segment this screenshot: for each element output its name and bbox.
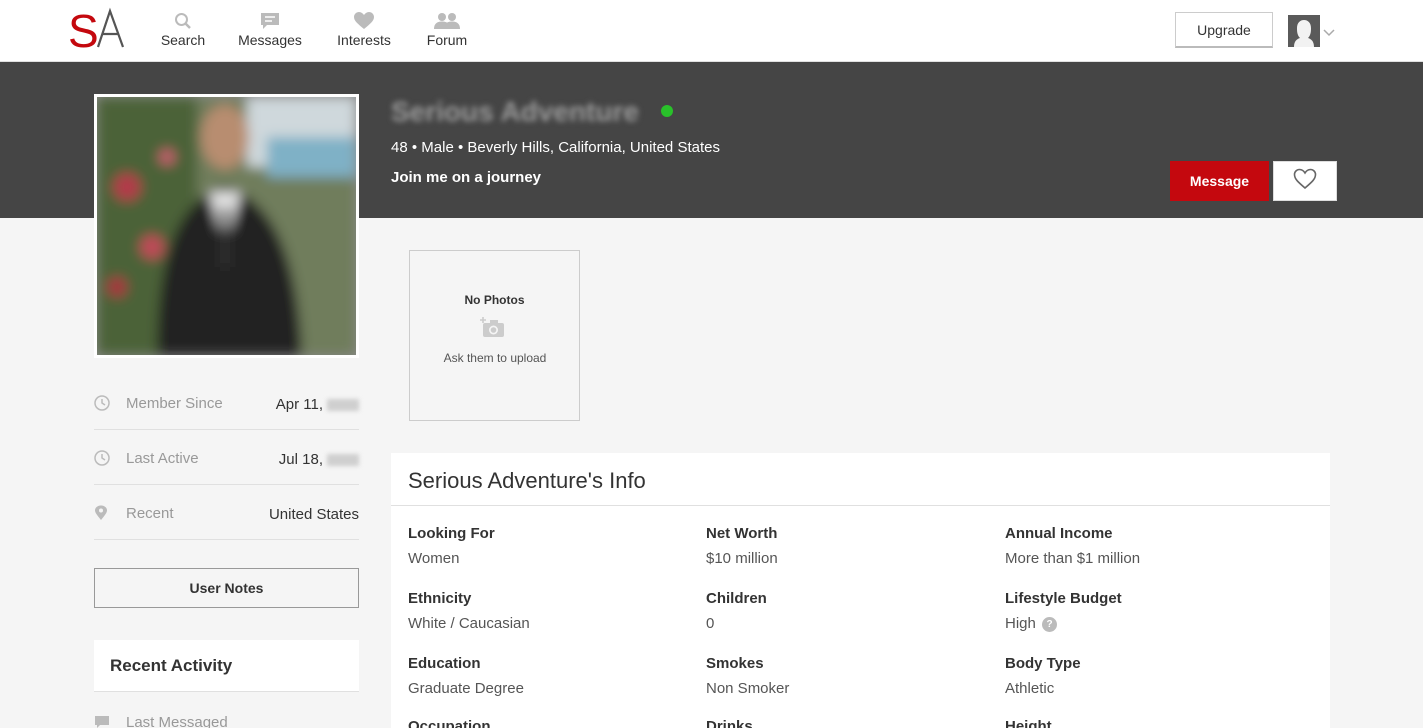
field-looking-for: Looking For Women: [408, 525, 688, 567]
field-value: High: [1005, 615, 1036, 632]
field-body-type: Body Type Athletic: [1005, 655, 1285, 697]
last-active-value: Jul 18,: [278, 451, 323, 468]
nav-interests-label: Interests: [337, 32, 391, 48]
nav-interests[interactable]: Interests: [334, 12, 394, 48]
location-pin-icon: [94, 505, 108, 525]
info-title: Serious Adventure's Info: [408, 468, 646, 493]
profile-info-card: Serious Adventure's Info Looking For Wom…: [391, 453, 1330, 728]
field-smokes: Smokes Non Smoker: [706, 655, 986, 697]
upgrade-button[interactable]: Upgrade: [1175, 12, 1273, 48]
clock-icon: [94, 450, 110, 470]
message-button[interactable]: Message: [1170, 161, 1269, 201]
field-value: Women: [408, 550, 460, 567]
clock-icon: [94, 395, 110, 415]
site-logo[interactable]: S: [68, 5, 128, 57]
field-value: Graduate Degree: [408, 680, 524, 697]
online-status-indicator: [661, 105, 673, 117]
account-avatar[interactable]: [1288, 15, 1320, 47]
add-photo-icon: [480, 317, 506, 344]
field-lifestyle-budget: Lifestyle Budget High ?: [1005, 590, 1285, 632]
profile-name: Serious Adventure: [391, 96, 639, 127]
nav-messages-label: Messages: [238, 32, 302, 48]
last-active-row: Last Active Jul 18,: [94, 450, 359, 485]
field-height: Height: [1005, 718, 1285, 728]
field-net-worth: Net Worth $10 million: [706, 525, 986, 567]
field-drinks: Drinks: [706, 718, 986, 728]
redacted-year: [327, 454, 359, 467]
profile-tagline: Join me on a journey: [391, 169, 542, 186]
field-label: Education: [408, 655, 481, 672]
nav-forum-label: Forum: [426, 32, 468, 48]
field-label: Children: [706, 590, 767, 607]
field-value: 0: [706, 615, 715, 632]
field-value: $10 million: [706, 550, 778, 567]
field-value: White / Caucasian: [408, 615, 530, 632]
nav-search-label: Search: [160, 32, 206, 48]
chevron-down-icon[interactable]: [1323, 24, 1335, 42]
last-active-label: Last Active: [126, 450, 199, 467]
field-label: Lifestyle Budget: [1005, 590, 1122, 607]
field-label: Body Type: [1005, 655, 1081, 672]
member-since-value: Apr 11,: [275, 396, 323, 413]
svg-text:S: S: [68, 6, 99, 52]
nav-forum[interactable]: Forum: [424, 12, 470, 48]
info-header: Serious Adventure's Info: [391, 453, 1330, 506]
field-children: Children 0: [706, 590, 986, 632]
field-value: More than $1 million: [1005, 550, 1141, 567]
recent-location-label: Recent: [126, 505, 174, 522]
field-annual-income: Annual Income More than $1 million: [1005, 525, 1285, 567]
no-photos-card[interactable]: No Photos Ask them to upload: [409, 250, 580, 421]
field-label: Height: [1005, 718, 1052, 728]
field-ethnicity: Ethnicity White / Caucasian: [408, 590, 688, 632]
heart-outline-icon: [1293, 168, 1317, 195]
favorite-button[interactable]: [1273, 161, 1337, 201]
message-icon: [94, 715, 110, 728]
member-since-label: Member Since: [126, 395, 223, 412]
field-label: Smokes: [706, 655, 764, 672]
people-icon: [424, 12, 470, 30]
user-notes-button[interactable]: User Notes: [94, 568, 359, 608]
top-navigation: S Search Messages Interests Forum Upgrad…: [0, 0, 1423, 62]
redacted-year: [327, 399, 359, 412]
heart-icon: [334, 12, 394, 30]
field-label: Net Worth: [706, 525, 778, 542]
field-value: Athletic: [1005, 680, 1055, 697]
search-icon: [160, 12, 206, 30]
field-education: Education Graduate Degree: [408, 655, 688, 697]
no-photos-title: No Photos: [464, 293, 525, 307]
field-label: Ethnicity: [408, 590, 472, 607]
field-label: Looking For: [408, 525, 495, 542]
recent-location-value: United States: [268, 506, 359, 523]
no-photos-subtitle: Ask them to upload: [443, 351, 547, 365]
nav-search[interactable]: Search: [160, 12, 206, 48]
field-label: Drinks: [706, 718, 753, 728]
messages-icon: [238, 12, 302, 30]
recent-activity-title: Recent Activity: [110, 656, 233, 675]
last-messaged-label: Last Messaged: [126, 714, 228, 728]
member-since-row: Member Since Apr 11,: [94, 395, 359, 430]
profile-meta: 48 • Male • Beverly Hills, California, U…: [391, 139, 720, 156]
help-icon[interactable]: ?: [1042, 616, 1058, 632]
profile-photo[interactable]: [94, 94, 359, 358]
field-occupation: Occupation: [408, 718, 688, 728]
recent-location-row: Recent United States: [94, 505, 359, 540]
field-value: Non Smoker: [706, 680, 790, 697]
recent-activity-card: Recent Activity: [94, 640, 359, 692]
field-label: Annual Income: [1005, 525, 1113, 542]
field-label: Occupation: [408, 718, 491, 728]
nav-messages[interactable]: Messages: [238, 12, 302, 48]
